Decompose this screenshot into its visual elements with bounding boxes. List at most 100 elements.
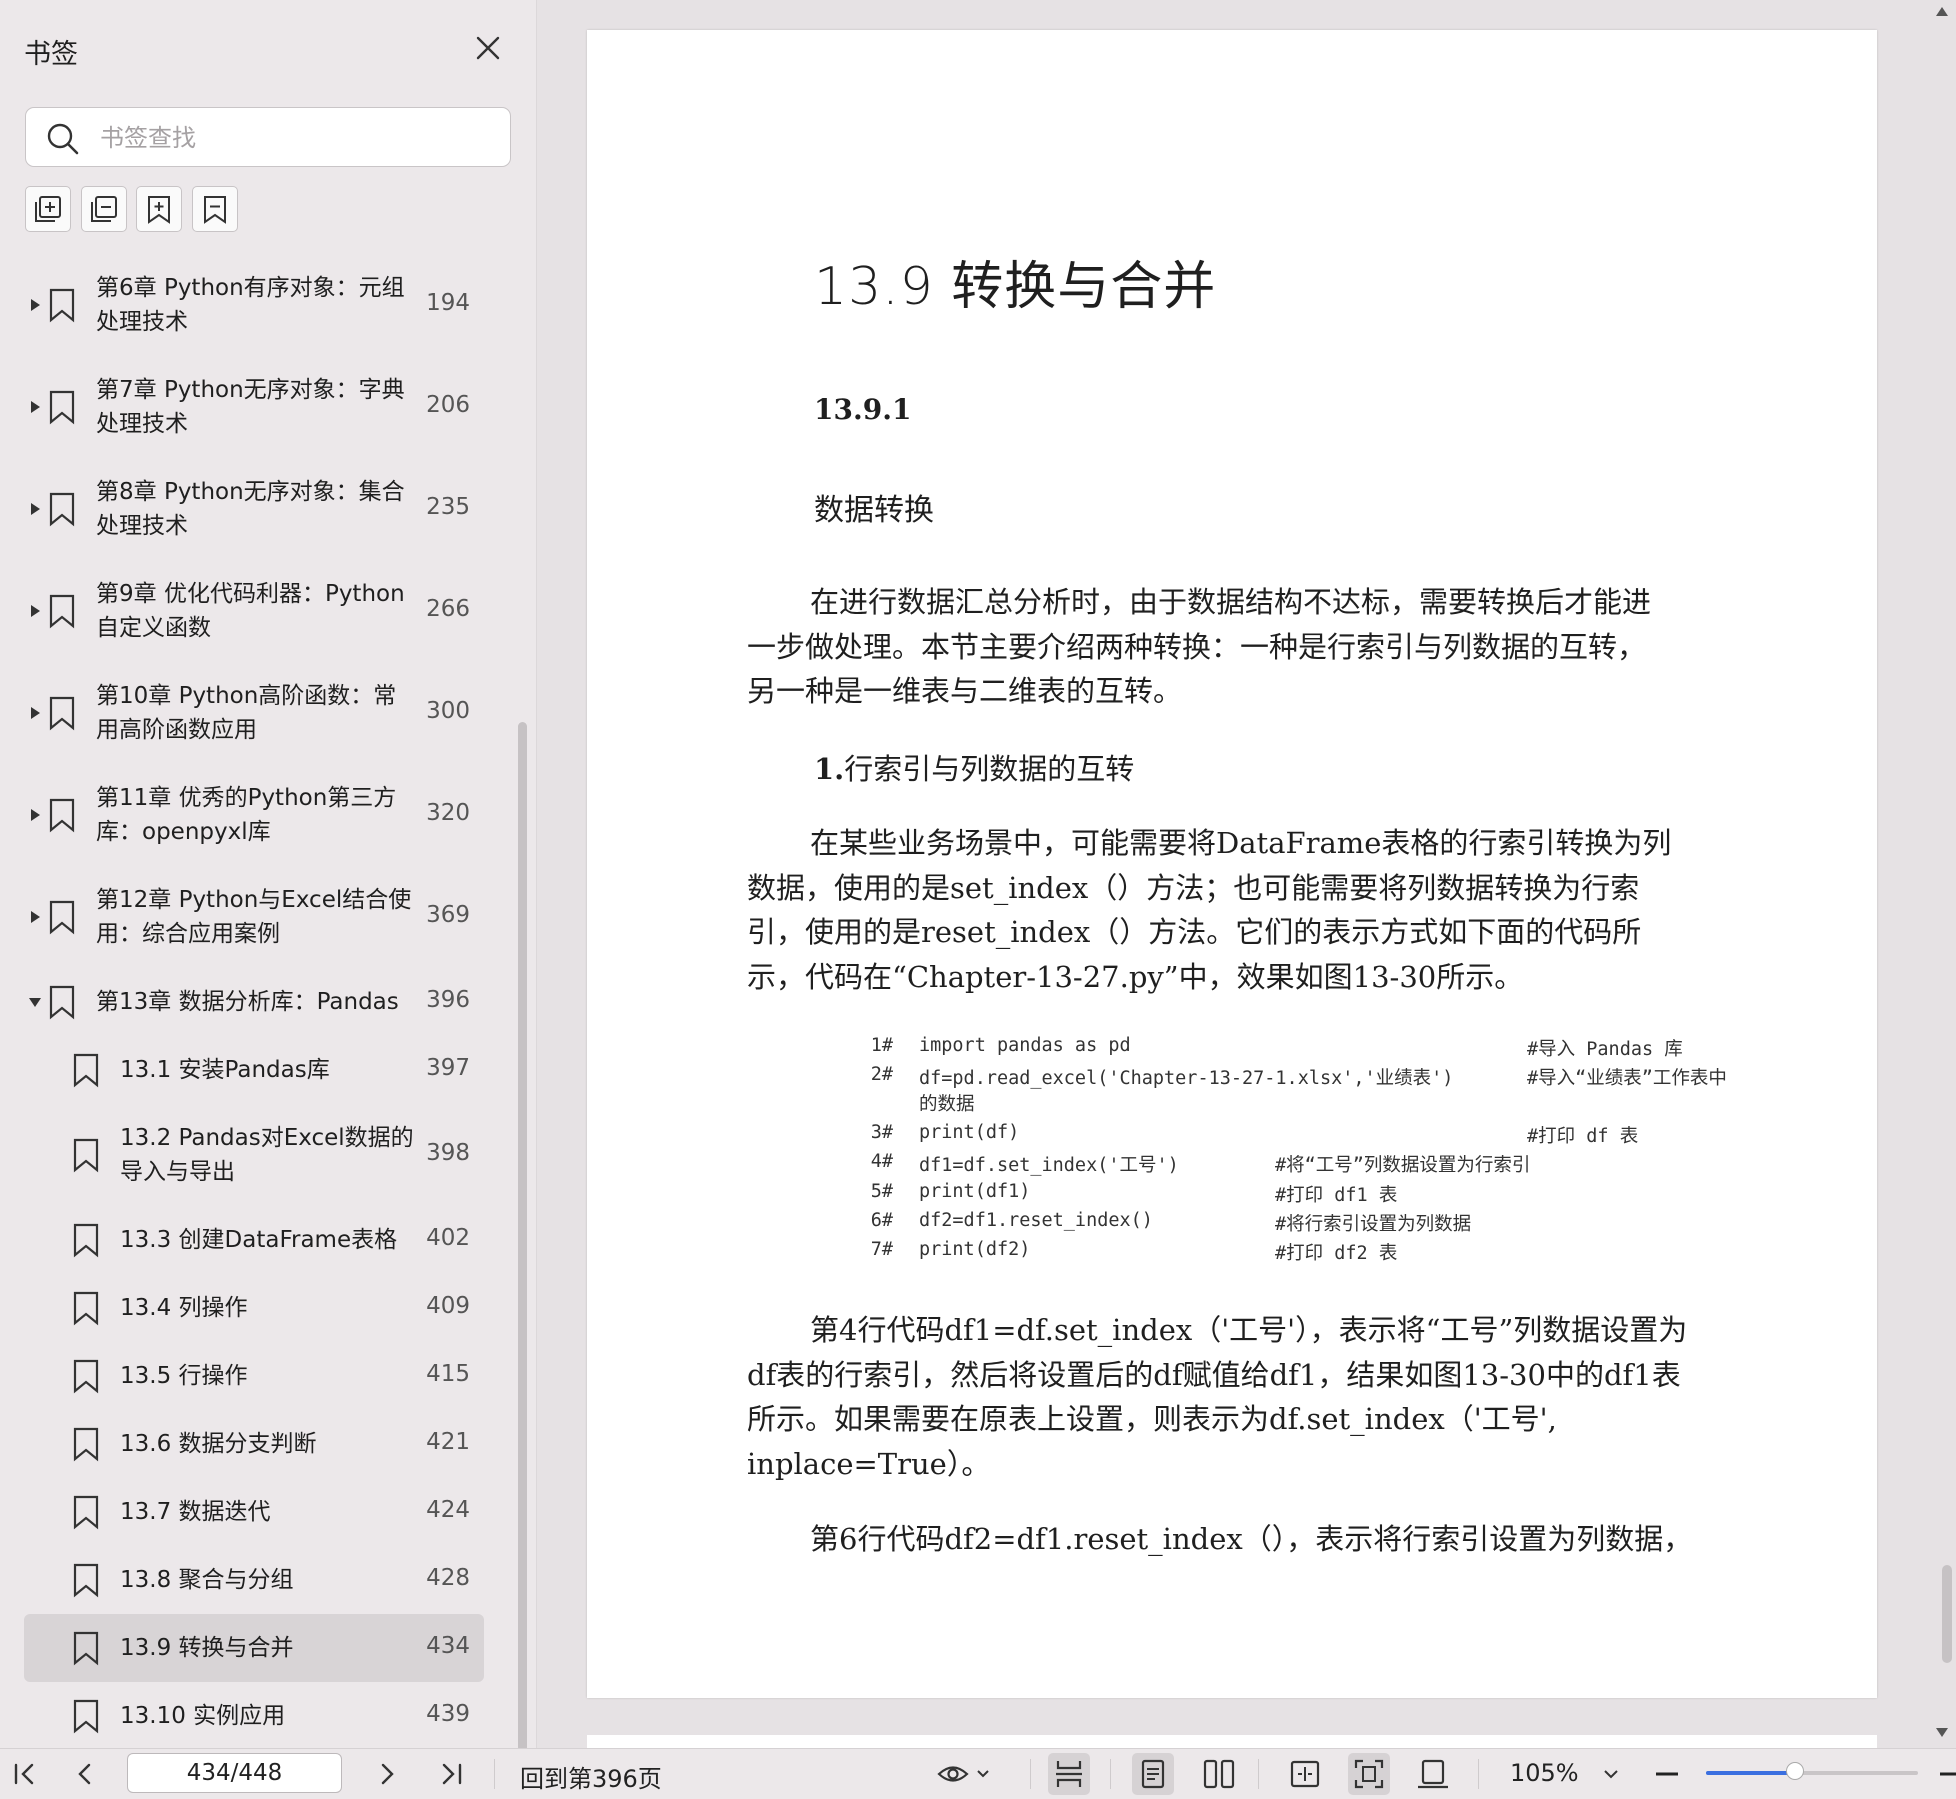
document-viewer: 13.9 转换与合并 13.9.1 数据转换 在进行数据汇总分析时，由于数据结构… (537, 0, 1956, 1748)
expand-all-button[interactable] (25, 186, 71, 232)
bookmark-item[interactable]: 第12章 Python与Excel结合使 用：综合应用案例 369 (24, 866, 484, 968)
bookmark-search-input[interactable] (98, 118, 502, 158)
fit-page-button[interactable] (1348, 1753, 1390, 1795)
single-page-button[interactable] (1132, 1753, 1174, 1795)
paragraph-line: 所示。如果需要在原表上设置，则表示为df.set_index（'工号', (747, 1397, 1747, 1442)
paragraph-line: 在进行数据汇总分析时，由于数据结构不达标，需要转换后才能进 (747, 580, 1747, 625)
bookmark-item[interactable]: 13.5 行操作 415 (24, 1342, 484, 1410)
bookmark-label-line: 13.6 数据分支判断 (120, 1431, 317, 1457)
code-text: 的数据 (919, 1094, 975, 1115)
bookmark-item[interactable]: 13.9 转换与合并 434 (24, 1614, 484, 1682)
code-comment: #打印 df1 表 (1275, 1185, 1398, 1206)
bookmark-item[interactable]: 13.6 数据分支判断 421 (24, 1410, 484, 1478)
bookmark-item[interactable]: 第9章 优化代码利器：Python 自定义函数 266 (24, 560, 484, 662)
code-text: print(df2) (919, 1239, 1031, 1260)
bookmark-page-number: 206 (426, 392, 470, 418)
view-mode-dropdown[interactable] (936, 1757, 996, 1791)
caret-right-icon[interactable] (28, 502, 42, 516)
bookmark-label-line: 第11章 优秀的Python第三方 (96, 785, 397, 811)
bookmark-label-line: 第6章 Python有序对象：元组 (96, 275, 405, 301)
continuous-scroll-button[interactable] (1048, 1753, 1090, 1795)
search-icon (47, 123, 79, 155)
last-page-button[interactable] (436, 1757, 466, 1791)
bookmark-item[interactable]: 13.1 安装Pandas库 397 (24, 1036, 484, 1104)
single-page-icon (1141, 1759, 1165, 1789)
zoom-out-button[interactable] (1652, 1757, 1682, 1791)
bookmark-label-line: 13.3 创建DataFrame表格 (120, 1227, 398, 1253)
caret-down-icon[interactable] (28, 995, 42, 1009)
bookmark-label-line: 13.5 行操作 (120, 1363, 248, 1389)
bookmark-list: 第6章 Python有序对象：元组 处理技术 194 第7章 Python无序对象：字… (0, 250, 520, 1745)
fit-width-icon (1290, 1760, 1320, 1788)
bookmark-item[interactable]: 第8章 Python无序对象：集合 处理技术 235 (24, 458, 484, 560)
zoom-slider-handle[interactable] (1786, 1762, 1805, 1780)
bookmark-item[interactable]: 第11章 优秀的Python第三方 库：openpyxl库 320 (24, 764, 484, 866)
first-page-button[interactable] (10, 1757, 40, 1791)
paragraph-text: inplace=True）。 (747, 1446, 991, 1481)
bottom-toolbar: 434/448 回到第396页 105% (0, 1748, 1956, 1799)
rotate-page-icon (1418, 1759, 1448, 1789)
caret-right-icon[interactable] (28, 400, 42, 414)
bookmark-label: 13.6 数据分支判断 (120, 1427, 317, 1461)
toolbar-divider (1258, 1759, 1259, 1789)
close-sidebar-button[interactable] (470, 30, 506, 66)
caret-right-icon[interactable] (28, 706, 42, 720)
bookmark-item[interactable]: 13.2 Pandas对Excel数据的 导入与导出 398 (24, 1104, 484, 1206)
two-page-button[interactable] (1198, 1753, 1240, 1795)
bookmark-item[interactable]: 第6章 Python有序对象：元组 处理技术 194 (24, 254, 484, 356)
code-comment: #打印 df2 表 (1275, 1243, 1398, 1264)
sidebar-scrollbar[interactable] (518, 722, 527, 1752)
bookmark-item[interactable]: 13.4 列操作 409 (24, 1274, 484, 1342)
bookmark-icon (49, 900, 75, 935)
paragraph-4: 第6行代码df2=df1.reset_index（），表示将行索引设置为列数据， (747, 1517, 1747, 1562)
bookmark-page-number: 439 (426, 1701, 470, 1727)
bookmark-label: 13.7 数据迭代 (120, 1495, 271, 1529)
zoom-dropdown[interactable] (1600, 1757, 1622, 1791)
page-number-input[interactable]: 434/448 (127, 1753, 342, 1793)
bookmark-label-line: 处理技术 (96, 513, 188, 539)
bookmark-label: 13.5 行操作 (120, 1359, 248, 1393)
bookmark-item[interactable]: 13.3 创建DataFrame表格 402 (24, 1206, 484, 1274)
bookmark-item[interactable]: 13.8 聚合与分组 428 (24, 1546, 484, 1614)
back-to-page-link[interactable]: 回到第396页 (520, 1759, 662, 1794)
bookmark-page-number: 402 (426, 1225, 470, 1251)
fit-width-button[interactable] (1284, 1753, 1326, 1795)
bookmark-page-number: 235 (426, 494, 470, 520)
caret-right-icon[interactable] (28, 604, 42, 618)
scroll-up-icon[interactable] (1934, 4, 1950, 18)
bookmark-icon (49, 390, 75, 425)
bookmark-item[interactable]: 第10章 Python高阶函数：常 用高阶函数应用 300 (24, 662, 484, 764)
add-bookmark-icon (148, 196, 170, 224)
caret-right-icon[interactable] (28, 910, 42, 924)
subsection-number: 13.9.1 (814, 393, 912, 426)
bookmark-item[interactable]: 13.10 实例应用 439 (24, 1682, 484, 1745)
paragraph-line: df表的行索引，然后将设置后的df赋值给df1，结果如图13-30中的df1表 (747, 1353, 1747, 1398)
zoom-slider[interactable] (1706, 1762, 1918, 1780)
subsection-heading-number: 1. (814, 752, 845, 786)
zoom-level[interactable]: 105% (1510, 1759, 1579, 1787)
bookmark-item[interactable]: 第7章 Python无序对象：字典 处理技术 206 (24, 356, 484, 458)
scroll-down-icon[interactable] (1934, 1726, 1950, 1740)
caret-right-icon[interactable] (28, 298, 42, 312)
caret-right-icon[interactable] (28, 808, 42, 822)
code-text: import pandas as pd (919, 1035, 1131, 1056)
zoom-in-button[interactable] (1936, 1757, 1956, 1791)
bookmark-label: 13.2 Pandas对Excel数据的 导入与导出 (120, 1121, 414, 1189)
bookmark-icon (73, 1223, 99, 1258)
subsection-heading-1: 1.行索引与列数据的互转 (814, 746, 1134, 788)
next-page-button[interactable] (372, 1757, 402, 1791)
previous-page-button[interactable] (70, 1757, 100, 1791)
bookmark-label: 第7章 Python无序对象：字典 处理技术 (96, 373, 405, 441)
add-bookmark-button[interactable] (136, 186, 182, 232)
bookmark-label-line: 13.1 安装Pandas库 (120, 1057, 330, 1083)
continuous-scroll-icon (1056, 1761, 1082, 1787)
bookmark-label: 第12章 Python与Excel结合使 用：综合应用案例 (96, 883, 411, 951)
code-text: print(df1) (919, 1181, 1031, 1202)
bookmark-item[interactable]: 13.7 数据迭代 424 (24, 1478, 484, 1546)
rotate-page-button[interactable] (1412, 1753, 1454, 1795)
document-scrollbar[interactable] (1942, 1565, 1952, 1663)
remove-bookmark-button[interactable] (192, 186, 238, 232)
collapse-all-button[interactable] (81, 186, 127, 232)
bookmark-page-number: 397 (426, 1055, 470, 1081)
bookmark-item[interactable]: 第13章 数据分析库：Pandas 396 (24, 968, 484, 1036)
